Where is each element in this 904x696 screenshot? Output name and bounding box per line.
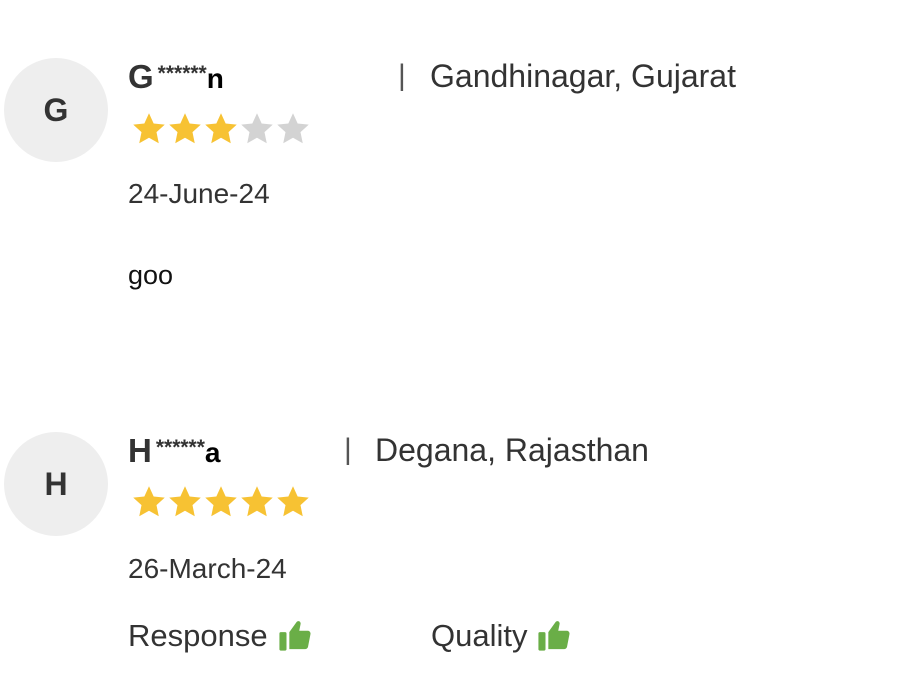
thumbs-up-icon xyxy=(538,621,571,651)
star-filled-icon xyxy=(205,486,237,517)
reviewer-name-mask: ****** xyxy=(157,62,207,85)
reviewer-name-initial: G xyxy=(128,58,154,95)
avatar: G xyxy=(4,58,108,162)
reviewer-location: Degana, Rajasthan xyxy=(375,432,649,468)
star-filled-icon xyxy=(241,486,273,517)
star-filled-icon xyxy=(169,113,201,144)
feedback-label: Quality xyxy=(431,617,528,653)
review-item: G G ******n | Gandhinagar, Gujarat 24-Jun… xyxy=(0,0,904,380)
reviewer-name: G ******n xyxy=(128,60,224,93)
reviewer-name-initial: H xyxy=(128,432,152,469)
feedback-label: Response xyxy=(128,617,268,653)
reviewer-name-mask: ****** xyxy=(155,436,205,459)
star-filled-icon xyxy=(133,486,165,517)
star-empty-icon xyxy=(241,113,273,144)
thumbs-up-icon xyxy=(279,621,311,651)
reviewer-location: Gandhinagar, Gujarat xyxy=(430,58,736,94)
review-comment: goo xyxy=(128,260,174,290)
review-date: 26-March-24 xyxy=(128,553,287,584)
star-filled-icon xyxy=(169,486,201,517)
star-filled-icon xyxy=(205,113,237,144)
star-rating xyxy=(131,111,311,151)
avatar: H xyxy=(4,432,108,536)
name-location-separator: | xyxy=(398,59,406,92)
avatar-initial: G xyxy=(43,91,69,128)
feedback-quality: Quality xyxy=(431,618,571,652)
star-filled-icon xyxy=(133,113,165,144)
name-location-separator: | xyxy=(344,433,352,466)
avatar-initial: H xyxy=(44,465,68,502)
review-item: H H ******a | Degana, Rajasthan 26-March-… xyxy=(0,374,904,696)
feedback-response: Response xyxy=(128,618,312,652)
reviewer-name-last: a xyxy=(204,437,221,468)
star-rating xyxy=(131,484,311,524)
reviewer-name: H ******a xyxy=(128,434,220,467)
star-empty-icon xyxy=(277,113,309,144)
star-filled-icon xyxy=(277,486,309,517)
reviewer-name-last: n xyxy=(206,63,224,94)
review-date: 24-June-24 xyxy=(128,178,270,209)
